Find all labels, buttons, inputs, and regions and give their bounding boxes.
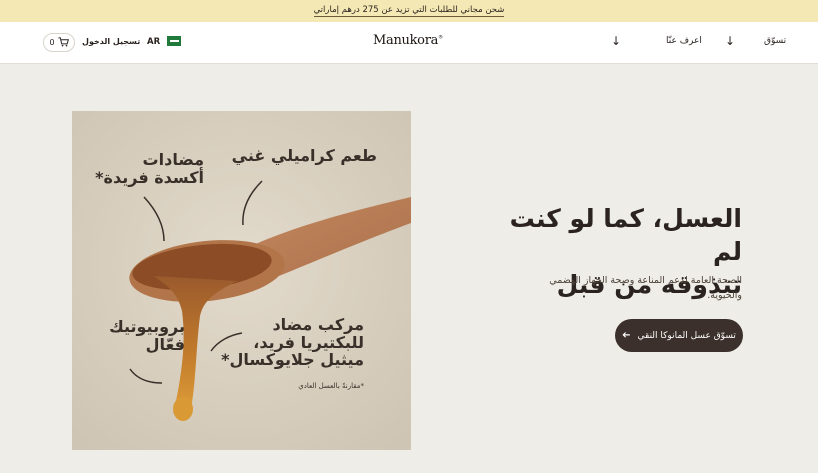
hero-subtitle: الصحة العامة لدعم المناعة وصحة الجهاز ال…: [549, 275, 742, 301]
label-probiotic: بروبيوتيك فعّال: [109, 318, 185, 353]
site-header: 0 تسجيل الدخول AR Manukora® ↓ اعرف عنّا …: [0, 22, 818, 64]
cart-count: 0: [49, 38, 55, 47]
brand-logo[interactable]: Manukora®: [373, 33, 447, 48]
label-antioxidants-line1: مضادات: [142, 150, 204, 169]
shop-manuka-button[interactable]: تسوّق عسل المانوكا النقي ➔: [615, 319, 743, 352]
cart-button[interactable]: 0: [43, 33, 75, 52]
label-caramel: طعم كراميلي غني: [231, 146, 377, 165]
uae-flag-icon[interactable]: [167, 36, 181, 46]
label-antibacterial-line3: ميثيل جلايوكسال*: [221, 350, 364, 370]
arrow-down-icon[interactable]: ↓: [611, 33, 621, 49]
cart-icon: [58, 36, 69, 49]
announcement-text[interactable]: شحن مجاني للطلبات التي تزيد عن 275 درهم …: [313, 5, 505, 17]
hero-title-line1: العسل، كما لو كنت لم: [509, 204, 742, 266]
arrow-left-icon: ➔: [622, 330, 631, 341]
nav-shop[interactable]: تسوّق: [764, 36, 786, 46]
hero-image: طعم كراميلي غني مضادات أكسدة فريدة* بروب…: [72, 111, 411, 450]
brand-mark: ®: [438, 34, 443, 41]
label-probiotic-line1: بروبيوتيك: [109, 317, 185, 336]
label-antibacterial-line2: للبكتيريا فريد،: [253, 332, 364, 352]
nav-about[interactable]: اعرف عنّا: [666, 36, 702, 46]
language-selector[interactable]: AR: [147, 37, 160, 47]
cta-label: تسوّق عسل المانوكا النقي: [637, 330, 736, 341]
announcement-bar[interactable]: شحن مجاني للطلبات التي تزيد عن 275 درهم …: [0, 0, 818, 22]
label-antioxidants: مضادات أكسدة فريدة*: [95, 151, 204, 186]
footnote: *مقارنةً بالعسل العادي: [298, 382, 364, 390]
brand-name: Manukora: [373, 33, 439, 48]
label-antioxidants-line2: أكسدة فريدة*: [95, 167, 204, 187]
label-antibacterial: مركب مضاد للبكتيريا فريد، ميثيل جلايوكسا…: [221, 316, 364, 369]
label-antibacterial-line1: مركب مضاد: [272, 315, 364, 334]
login-link[interactable]: تسجيل الدخول: [82, 37, 140, 46]
arrow-down-icon[interactable]: ↓: [725, 33, 735, 49]
label-probiotic-line2: فعّال: [145, 334, 185, 354]
